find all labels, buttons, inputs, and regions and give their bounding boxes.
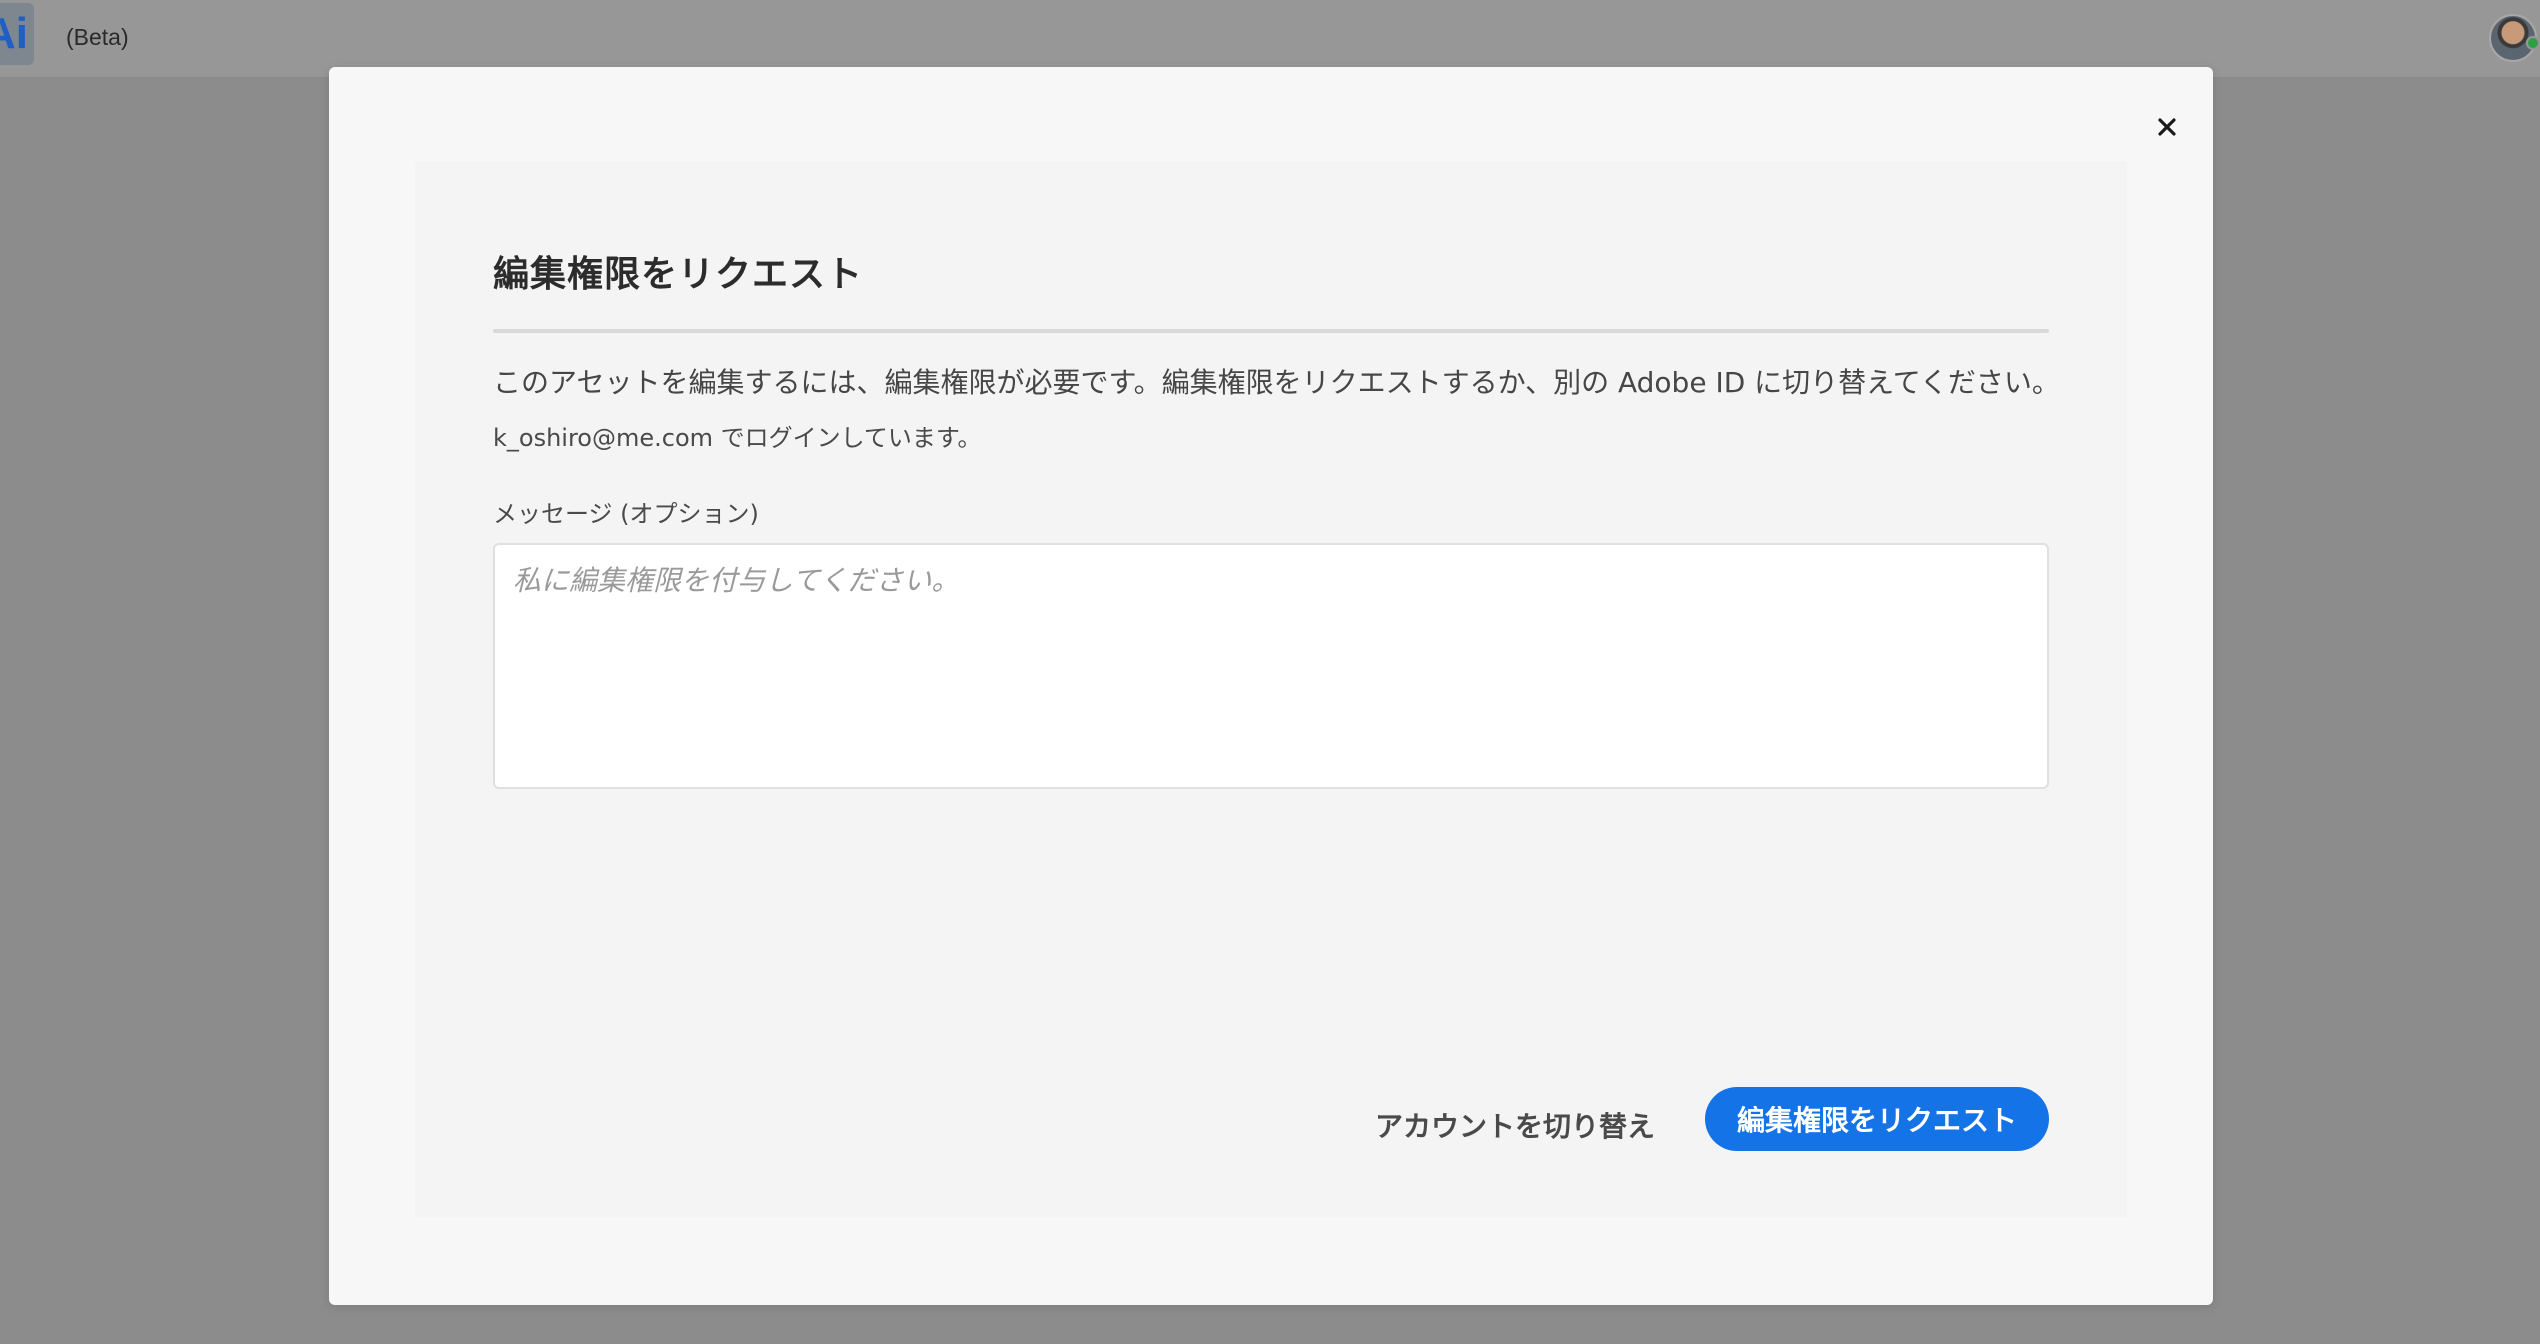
- login-status: k_oshiro@me.com でログインしています。: [493, 424, 982, 452]
- close-icon: [2158, 118, 2176, 136]
- title-divider: [493, 329, 2049, 333]
- dialog-title: 編集権限をリクエスト: [493, 254, 864, 295]
- online-status-icon: [2526, 36, 2540, 50]
- message-textarea[interactable]: [493, 543, 2049, 789]
- dialog-description: このアセットを編集するには、編集権限が必要です。編集権限をリクエストするか、別の…: [493, 366, 2060, 399]
- close-button[interactable]: [2147, 107, 2187, 147]
- request-edit-button[interactable]: 編集権限をリクエスト: [1705, 1087, 2049, 1151]
- beta-label: (Beta): [66, 24, 129, 50]
- app-logo[interactable]: Ai: [0, 3, 34, 65]
- request-edit-dialog: 編集権限をリクエスト このアセットを編集するには、編集権限が必要です。編集権限を…: [329, 67, 2213, 1305]
- switch-account-button[interactable]: アカウントを切り替え: [1351, 1095, 1679, 1159]
- message-label: メッセージ (オプション): [493, 500, 759, 528]
